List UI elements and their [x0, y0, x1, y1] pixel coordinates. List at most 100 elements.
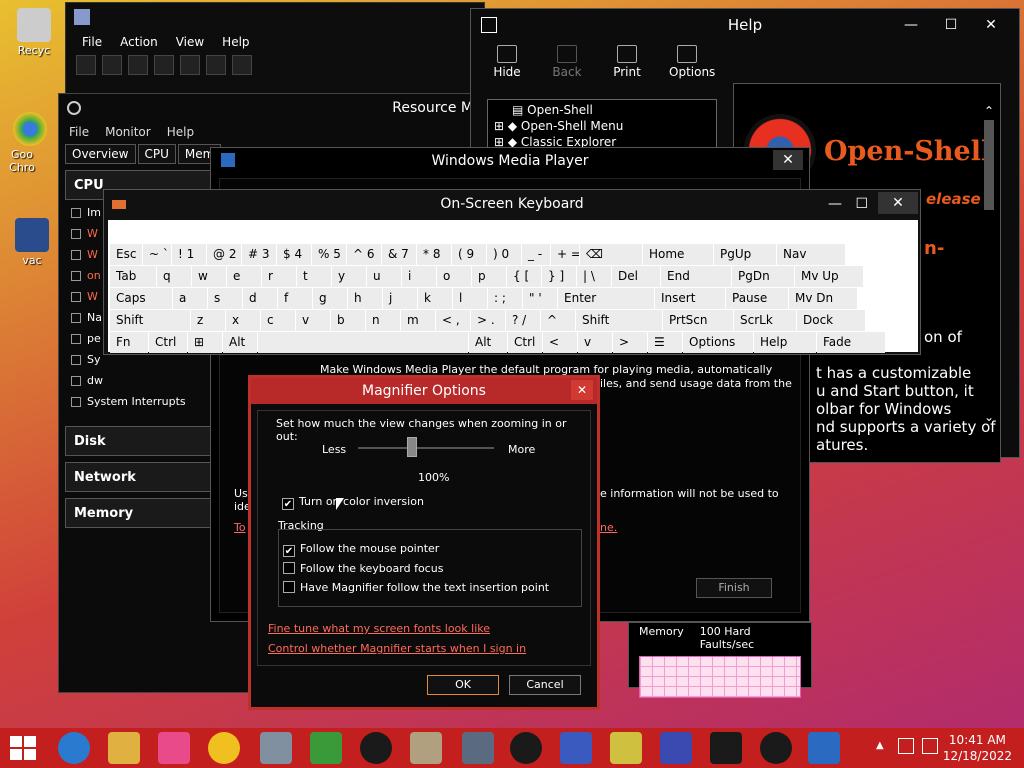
- minimize-icon[interactable]: —: [891, 9, 931, 41]
- osk-key[interactable]: k: [418, 288, 452, 309]
- scroll-thumb[interactable]: [984, 120, 994, 210]
- osk-key[interactable]: h: [348, 288, 382, 309]
- help-scrollbar[interactable]: ⌃ ⌄: [984, 104, 996, 434]
- osk-key[interactable]: Shift: [576, 310, 662, 331]
- osk-key[interactable]: & 7: [382, 244, 416, 265]
- osk-key[interactable]: Alt: [223, 332, 257, 353]
- osk-key[interactable]: % 5: [312, 244, 346, 265]
- color-inversion-option[interactable]: ✔ Turn on color inversion: [282, 495, 424, 510]
- store-icon[interactable]: [158, 732, 190, 764]
- osk-key[interactable]: ! 1: [172, 244, 206, 265]
- section-memory[interactable]: Memory: [65, 498, 211, 528]
- follow-keyboard-checkbox[interactable]: [283, 562, 295, 574]
- follow-text-checkbox[interactable]: [283, 581, 295, 593]
- osk-key[interactable]: c: [261, 310, 295, 331]
- osk-key[interactable]: : ;: [488, 288, 522, 309]
- ok-button[interactable]: OK: [427, 675, 499, 695]
- lock-app-icon[interactable]: [410, 732, 442, 764]
- show-hide-tree-icon[interactable]: [154, 55, 174, 75]
- osk-key[interactable]: o: [437, 266, 471, 287]
- osk-key[interactable]: Caps: [110, 288, 172, 309]
- osk-key[interactable]: Del: [612, 266, 660, 287]
- process-checkbox[interactable]: [71, 376, 81, 386]
- osk-key[interactable]: v: [296, 310, 330, 331]
- osk-key[interactable]: Ctrl: [149, 332, 187, 353]
- osk-key[interactable]: s: [208, 288, 242, 309]
- osk-key[interactable]: x: [226, 310, 260, 331]
- osk-key[interactable]: ⊞: [188, 332, 222, 353]
- desktop-icon-recycle-bin[interactable]: Recyc: [6, 8, 62, 57]
- osk-key[interactable]: PgDn: [732, 266, 794, 287]
- wmp-privacy-link-left[interactable]: To: [234, 521, 246, 534]
- process-checkbox[interactable]: [71, 334, 81, 344]
- process-checkbox[interactable]: [71, 292, 81, 302]
- follow-text-option[interactable]: Have Magnifier follow the text insertion…: [283, 581, 549, 594]
- tray-overflow-icon[interactable]: ▲: [876, 740, 884, 751]
- fine-tune-fonts-link[interactable]: Fine tune what my screen fonts look like: [268, 622, 490, 635]
- tab-overview[interactable]: Overview: [65, 144, 136, 164]
- osk-key[interactable]: Mv Dn: [789, 288, 857, 309]
- osk-key[interactable]: >: [613, 332, 647, 353]
- osk-close-icon[interactable]: ✕: [878, 192, 918, 214]
- osk-key[interactable]: _ -: [522, 244, 550, 265]
- osk-key[interactable]: u: [367, 266, 401, 287]
- osk-key[interactable]: b: [331, 310, 365, 331]
- color-inversion-checkbox[interactable]: ✔: [282, 498, 294, 510]
- section-disk[interactable]: Disk: [65, 426, 211, 456]
- osk-key[interactable]: " ': [523, 288, 557, 309]
- osk-key[interactable]: y: [332, 266, 366, 287]
- menu-view[interactable]: View: [176, 35, 204, 49]
- osk-key[interactable]: i: [402, 266, 436, 287]
- app-taskbar-icon-3[interactable]: [710, 732, 742, 764]
- export-icon[interactable]: [180, 55, 200, 75]
- network-icon[interactable]: [898, 738, 914, 754]
- hide-button[interactable]: Hide: [489, 45, 525, 85]
- osk-key[interactable]: ? /: [506, 310, 540, 331]
- wmp-privacy-link-right[interactable]: ne.: [600, 521, 617, 534]
- process-checkbox[interactable]: [71, 229, 81, 239]
- osk-key[interactable]: Insert: [655, 288, 725, 309]
- osk-key[interactable]: PgUp: [714, 244, 776, 265]
- osk-key[interactable]: g: [313, 288, 347, 309]
- properties-icon[interactable]: [232, 55, 252, 75]
- volume-icon[interactable]: [922, 738, 938, 754]
- osk-key[interactable]: End: [661, 266, 731, 287]
- osk-key[interactable]: ^: [541, 310, 575, 331]
- ie-icon[interactable]: [58, 732, 90, 764]
- osk-minimize-icon[interactable]: —: [828, 190, 842, 218]
- options-button[interactable]: Options: [669, 45, 715, 85]
- back-button[interactable]: Back: [549, 45, 585, 85]
- osk-key[interactable]: n: [366, 310, 400, 331]
- wmp-taskbar-icon[interactable]: [808, 732, 840, 764]
- zoom-slider-track[interactable]: [358, 447, 494, 449]
- process-checkbox[interactable]: [71, 397, 81, 407]
- osk-key[interactable]: [258, 332, 468, 353]
- help-taskbar-icon[interactable]: [660, 732, 692, 764]
- headphones-icon[interactable]: [760, 732, 792, 764]
- osk-maximize-icon[interactable]: ☐: [855, 190, 868, 218]
- menu-action[interactable]: Action: [120, 35, 158, 49]
- osk-key[interactable]: v: [578, 332, 612, 353]
- cancel-button[interactable]: Cancel: [509, 675, 581, 695]
- tab-cpu[interactable]: CPU: [137, 144, 176, 164]
- osk-key[interactable]: < ,: [436, 310, 470, 331]
- osk-key[interactable]: z: [191, 310, 225, 331]
- osk-key[interactable]: Ctrl: [508, 332, 542, 353]
- up-icon[interactable]: [128, 55, 148, 75]
- print-button[interactable]: Print: [609, 45, 645, 85]
- osk-key[interactable]: d: [243, 288, 277, 309]
- osk-key[interactable]: Esc: [110, 244, 142, 265]
- process-checkbox[interactable]: [71, 271, 81, 281]
- osk-key[interactable]: Home: [643, 244, 713, 265]
- app-taskbar-icon-2[interactable]: [560, 732, 592, 764]
- resmon-menu-monitor[interactable]: Monitor: [105, 125, 151, 139]
- follow-mouse-checkbox[interactable]: ✔: [283, 545, 295, 557]
- wmp-close-icon[interactable]: ✕: [773, 150, 803, 170]
- osk-key[interactable]: e: [227, 266, 261, 287]
- process-checkbox[interactable]: [71, 355, 81, 365]
- osk-key[interactable]: Shift: [110, 310, 190, 331]
- osk-key[interactable]: * 8: [417, 244, 451, 265]
- follow-mouse-option[interactable]: ✔ Follow the mouse pointer: [283, 542, 439, 557]
- magnifier-close-icon[interactable]: ✕: [571, 380, 593, 400]
- osk-key[interactable]: Fade: [817, 332, 885, 353]
